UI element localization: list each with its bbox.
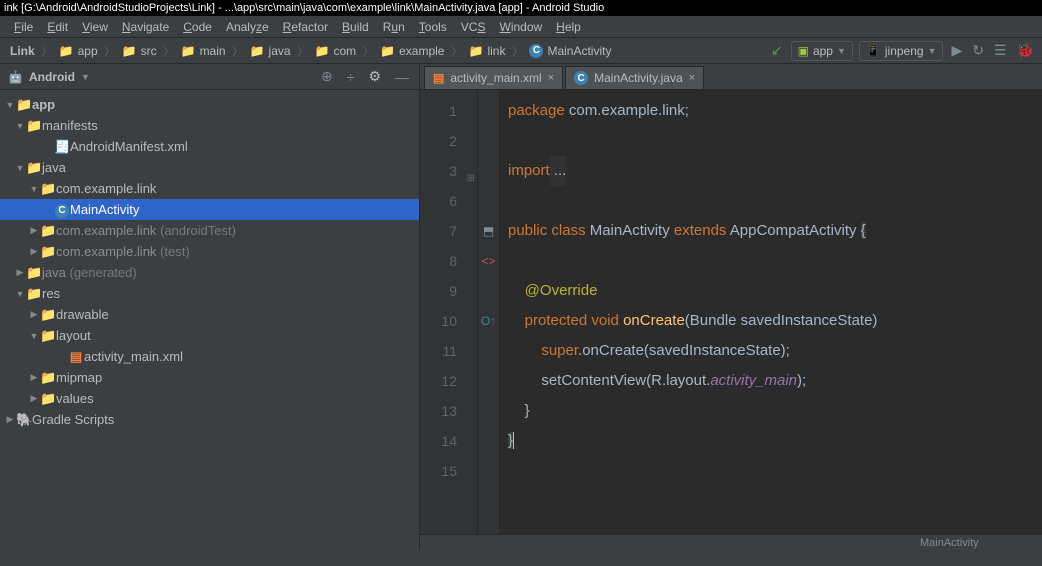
- chevron-down-icon[interactable]: ▼: [81, 72, 90, 82]
- menu-refactor[interactable]: Refactor: [277, 18, 334, 36]
- tree-java-generated[interactable]: ▶📁java (generated): [0, 262, 419, 283]
- make-project-icon[interactable]: ↘: [769, 40, 785, 61]
- xml-icon: ▤: [433, 71, 444, 85]
- crumb-example[interactable]: 📁example: [376, 42, 448, 60]
- menu-bar: File Edit View Navigate Code Analyze Ref…: [0, 16, 1042, 38]
- panel-header: 🤖 Android ▼ ⊕ ÷ ⚙ —: [0, 64, 419, 90]
- code-text[interactable]: package com.example.link; import ... pub…: [500, 90, 1042, 534]
- debug-icon[interactable]: ☰: [992, 40, 1009, 61]
- main-layout: 🤖 Android ▼ ⊕ ÷ ⚙ — ▼📁app ▼📁manifests 🧾A…: [0, 64, 1042, 550]
- related-file-icon[interactable]: ⬒: [483, 224, 494, 238]
- crumb-main[interactable]: 📁main: [177, 42, 230, 60]
- apply-changes-icon[interactable]: ↻: [970, 40, 986, 61]
- menu-edit[interactable]: Edit: [41, 18, 74, 36]
- scope-icon[interactable]: ⊕: [319, 66, 335, 87]
- run-icon[interactable]: ▶: [949, 40, 964, 61]
- menu-analyze[interactable]: Analyze: [220, 18, 275, 36]
- menu-view[interactable]: View: [76, 18, 114, 36]
- hide-icon[interactable]: —: [393, 67, 411, 87]
- editor-pane: ▤activity_main.xml× CMainActivity.java× …: [420, 64, 1042, 550]
- tree-gradle[interactable]: ▶🐘Gradle Scripts: [0, 409, 419, 430]
- tree-res[interactable]: ▼📁res: [0, 283, 419, 304]
- tab-mainactivity[interactable]: CMainActivity.java×: [565, 66, 704, 89]
- crumb-app[interactable]: 📁app: [55, 42, 102, 60]
- menu-tools[interactable]: Tools: [413, 18, 453, 36]
- close-icon[interactable]: ×: [548, 72, 554, 84]
- run-config-device[interactable]: 📱jinpeng▼: [859, 41, 944, 61]
- menu-run[interactable]: Run: [377, 18, 411, 36]
- crumb-java[interactable]: 📁java: [246, 42, 295, 60]
- window-title: ink [G:\Android\AndroidStudioProjects\Li…: [0, 0, 1042, 16]
- toolbar-actions: ↘ ▣app▼ 📱jinpeng▼ ▶ ↻ ☰ 🐞: [769, 40, 1036, 61]
- menu-navigate[interactable]: Navigate: [116, 18, 175, 36]
- marker-gutter[interactable]: ⬒ <> O↑: [478, 90, 500, 534]
- class-icon: C: [574, 71, 588, 85]
- android-icon: 🤖: [8, 70, 23, 84]
- tree-manifest-file[interactable]: 🧾AndroidManifest.xml: [0, 136, 419, 157]
- code-area: 1 2 3⊞ 6 7 8 9 10 11 12 13 14 15 ⬒ <> O↑: [420, 90, 1042, 534]
- tree-pkg-test[interactable]: ▶📁com.example.link (test): [0, 241, 419, 262]
- collapse-icon[interactable]: ÷: [345, 67, 357, 87]
- tree-app[interactable]: ▼📁app: [0, 94, 419, 115]
- crumb-link[interactable]: Link: [6, 42, 39, 60]
- code-lens-icon[interactable]: <>: [481, 254, 495, 268]
- tree-manifests[interactable]: ▼📁manifests: [0, 115, 419, 136]
- bug-icon[interactable]: 🐞: [1015, 40, 1036, 61]
- crumb-src[interactable]: 📁src: [118, 42, 161, 60]
- tab-activity-main[interactable]: ▤activity_main.xml×: [424, 66, 563, 89]
- menu-code[interactable]: Code: [177, 18, 218, 36]
- tree-mainactivity[interactable]: CMainActivity: [0, 199, 419, 220]
- gear-icon[interactable]: ⚙: [366, 66, 383, 87]
- override-icon[interactable]: O↑: [481, 314, 496, 328]
- tree-values[interactable]: ▶📁values: [0, 388, 419, 409]
- editor-tabs: ▤activity_main.xml× CMainActivity.java×: [420, 64, 1042, 90]
- crumb-com[interactable]: 📁com: [311, 42, 361, 60]
- project-tool-window: 🤖 Android ▼ ⊕ ÷ ⚙ — ▼📁app ▼📁manifests 🧾A…: [0, 64, 420, 550]
- tree-layout[interactable]: ▼📁layout: [0, 325, 419, 346]
- crumb-link2[interactable]: 📁link: [464, 42, 509, 60]
- panel-title[interactable]: Android: [29, 70, 75, 84]
- tree-pkg-main[interactable]: ▼📁com.example.link: [0, 178, 419, 199]
- menu-build[interactable]: Build: [336, 18, 375, 36]
- menu-file[interactable]: File: [8, 18, 39, 36]
- close-icon[interactable]: ×: [689, 72, 695, 84]
- tree-java[interactable]: ▼📁java: [0, 157, 419, 178]
- run-config-module[interactable]: ▣app▼: [791, 41, 853, 61]
- editor-breadcrumb[interactable]: MainActivity: [420, 534, 1042, 550]
- menu-help[interactable]: Help: [550, 18, 587, 36]
- menu-window[interactable]: Window: [493, 18, 548, 36]
- tree-layout-file[interactable]: ▤activity_main.xml: [0, 346, 419, 367]
- crumb-mainactivity[interactable]: CMainActivity: [525, 42, 615, 60]
- breadcrumb: Link〉 📁app〉 📁src〉 📁main〉 📁java〉 📁com〉 📁e…: [6, 42, 615, 60]
- menu-vcs[interactable]: VCS: [455, 18, 492, 36]
- tree-drawable[interactable]: ▶📁drawable: [0, 304, 419, 325]
- tree-mipmap[interactable]: ▶📁mipmap: [0, 367, 419, 388]
- line-gutter[interactable]: 1 2 3⊞ 6 7 8 9 10 11 12 13 14 15: [420, 90, 478, 534]
- navigation-bar: Link〉 📁app〉 📁src〉 📁main〉 📁java〉 📁com〉 📁e…: [0, 38, 1042, 64]
- project-tree[interactable]: ▼📁app ▼📁manifests 🧾AndroidManifest.xml ▼…: [0, 90, 419, 550]
- tree-pkg-androidtest[interactable]: ▶📁com.example.link (androidTest): [0, 220, 419, 241]
